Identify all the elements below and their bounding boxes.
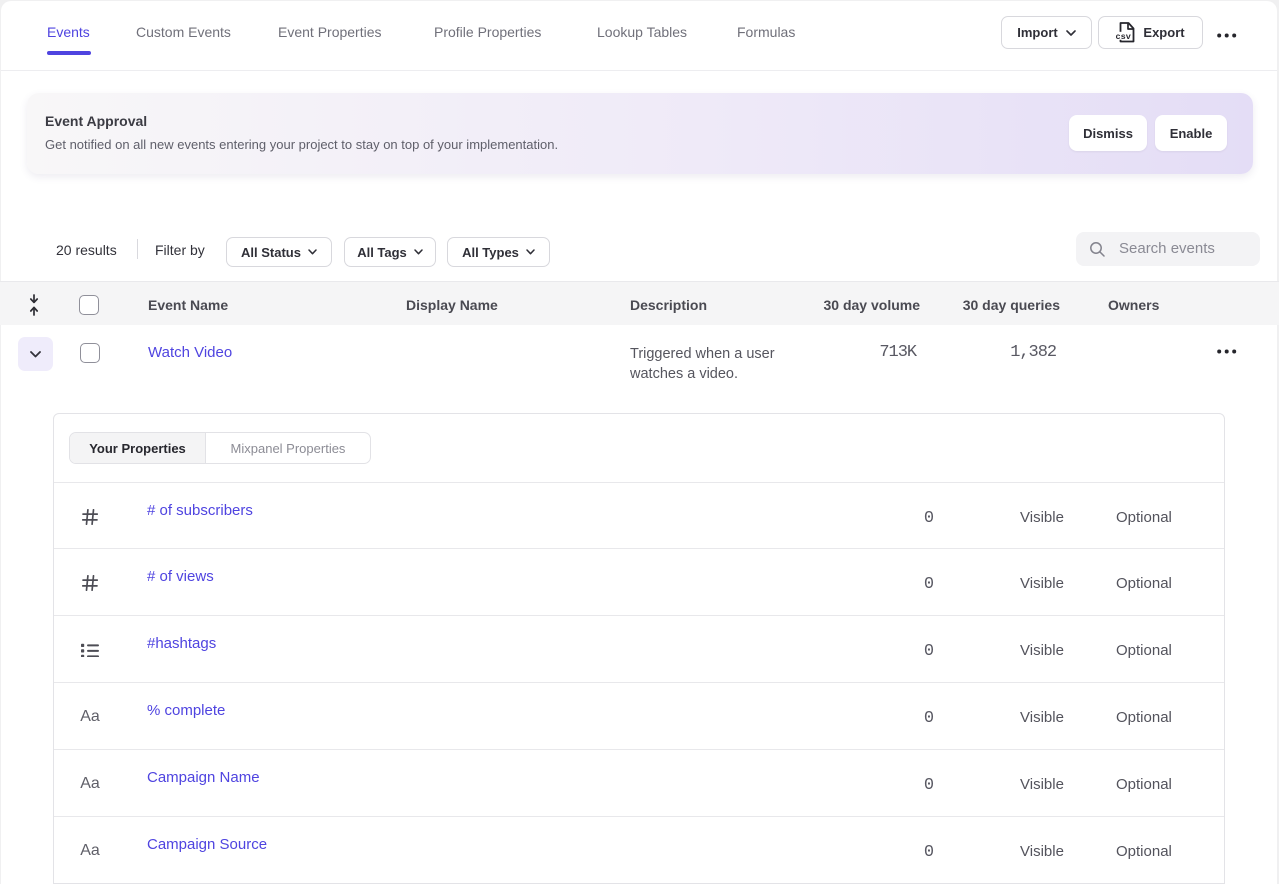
svg-text:csv: csv bbox=[1116, 32, 1131, 42]
